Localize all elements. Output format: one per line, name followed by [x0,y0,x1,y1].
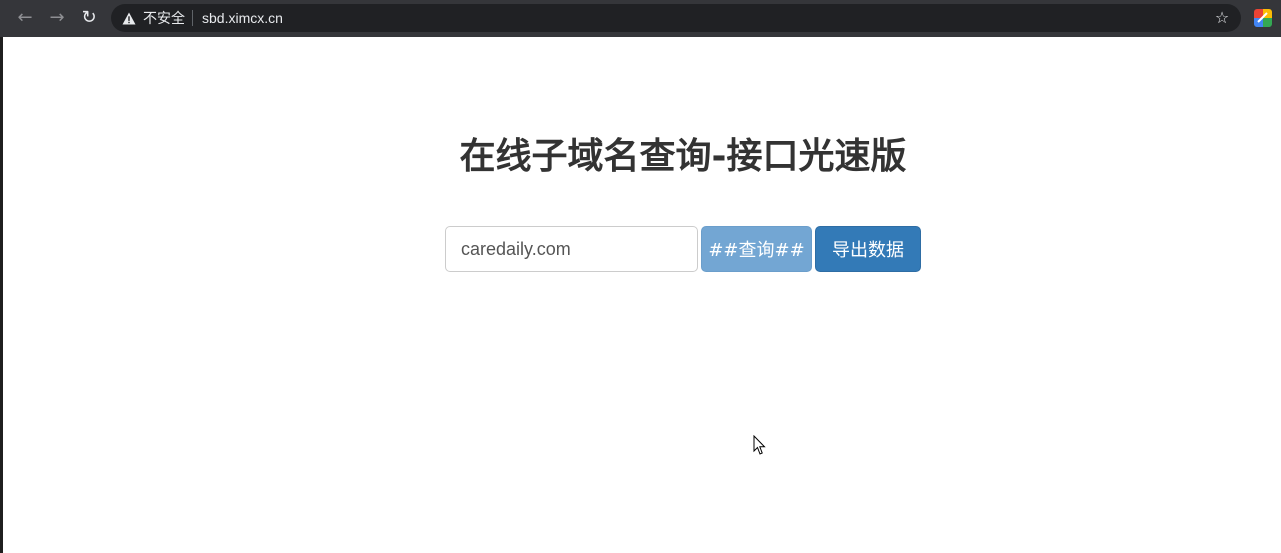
page-title: 在线子域名查询-接口光速版 [459,136,907,177]
reload-icon[interactable]: ↻ [76,5,102,31]
export-data-button[interactable]: 导出数据 [815,226,921,272]
browser-window: ← → ↻ 不安全 sbd.ximcx.cn ☆ 在线子域名查询-接口光速版 c… [0,0,1281,553]
extension-icon[interactable] [1254,9,1272,27]
window-left-border [0,37,3,553]
query-form: ##查询## 导出数据 [445,226,921,272]
forward-icon[interactable]: → [44,5,70,31]
back-icon[interactable]: ← [12,5,38,31]
address-divider [192,10,193,26]
bookmark-star-icon[interactable]: ☆ [1213,9,1231,27]
query-button[interactable]: ##查询## [701,226,812,272]
browser-toolbar: ← → ↻ 不安全 sbd.ximcx.cn ☆ [0,0,1281,37]
warning-icon[interactable] [122,11,136,25]
domain-input[interactable] [445,226,698,272]
address-bar[interactable]: 不安全 sbd.ximcx.cn ☆ [111,4,1241,32]
url-text[interactable]: sbd.ximcx.cn [202,10,283,26]
security-status-label[interactable]: 不安全 [143,8,185,28]
mouse-cursor-icon [753,434,767,456]
